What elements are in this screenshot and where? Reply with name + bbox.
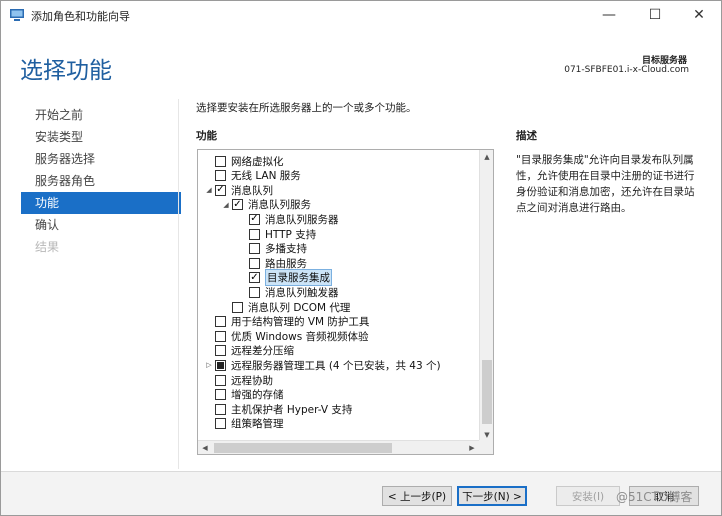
page-title: 选择功能 bbox=[20, 58, 112, 84]
server-manager-icon bbox=[10, 9, 24, 21]
feature-label: 目录服务集成 bbox=[265, 269, 332, 287]
feature-checkbox[interactable]: ✓ bbox=[249, 213, 260, 225]
nav-item[interactable]: 服务器选择 bbox=[21, 148, 181, 170]
minimize-button[interactable]: — bbox=[587, 1, 631, 29]
scroll-up-icon[interactable]: ▲ bbox=[480, 150, 493, 164]
feature-checkbox[interactable] bbox=[215, 403, 226, 415]
expander-icon[interactable]: ▷ bbox=[204, 361, 214, 369]
feature-tree-item[interactable]: 远程差分压缩 bbox=[204, 344, 294, 358]
vertical-scroll-thumb[interactable] bbox=[482, 360, 492, 424]
feature-checkbox[interactable]: ✓ bbox=[232, 199, 243, 211]
feature-tree-item[interactable]: ◢ ✓ 消息队列 bbox=[204, 183, 273, 197]
feature-label: 无线 LAN 服务 bbox=[231, 170, 301, 183]
feature-checkbox[interactable] bbox=[232, 301, 243, 313]
feature-tree-item[interactable]: 优质 Windows 音频视频体验 bbox=[204, 329, 369, 343]
feature-checkbox[interactable] bbox=[215, 389, 226, 401]
feature-checkbox[interactable] bbox=[249, 257, 260, 269]
nav-item[interactable]: 服务器角色 bbox=[21, 170, 181, 192]
feature-tree-item[interactable]: 远程协助 bbox=[204, 373, 273, 387]
feature-tree-item[interactable]: 增强的存储 bbox=[204, 388, 284, 402]
feature-tree-item[interactable]: HTTP 支持 bbox=[238, 227, 316, 241]
feature-label: 主机保护者 Hyper-V 支持 bbox=[231, 403, 353, 416]
feature-label: 远程差分压缩 bbox=[231, 345, 294, 358]
feature-label: 组策略管理 bbox=[231, 418, 284, 431]
feature-label: 消息队列 bbox=[231, 184, 273, 197]
feature-label: 用于结构管理的 VM 防护工具 bbox=[231, 316, 370, 329]
scroll-left-icon[interactable]: ◀ bbox=[198, 441, 212, 454]
feature-tree-item[interactable]: 用于结构管理的 VM 防护工具 bbox=[204, 315, 369, 329]
feature-tree-item[interactable]: ✓ 消息队列服务器 bbox=[238, 212, 339, 226]
feature-tree-item[interactable]: 消息队列 DCOM 代理 bbox=[221, 300, 350, 314]
feature-tree-item[interactable]: ✓ 目录服务集成 bbox=[238, 269, 332, 287]
expander-icon[interactable]: ◢ bbox=[204, 186, 214, 194]
features-header: 功能 bbox=[196, 130, 217, 142]
feature-label: 消息队列服务器 bbox=[265, 213, 339, 226]
feature-label: 网络虚拟化 bbox=[231, 155, 284, 168]
feature-label: 远程服务器管理工具 (4 个已安装，共 43 个) bbox=[231, 359, 441, 372]
watermark: @51CTO博客 bbox=[616, 490, 693, 504]
wizard-window: 添加角色和功能向导 — ☐ ✕ 选择功能 目标服务器 071-SFBFE01.i… bbox=[0, 0, 722, 516]
feature-tree-item[interactable]: ▷ 远程服务器管理工具 (4 个已安装，共 43 个) bbox=[204, 358, 441, 372]
title-bar: 添加角色和功能向导 — ☐ ✕ bbox=[1, 1, 721, 29]
scroll-corner bbox=[479, 440, 493, 454]
feature-checkbox[interactable] bbox=[215, 374, 226, 386]
target-server-name: 071-SFBFE01.i-x-Cloud.com bbox=[564, 65, 689, 75]
vertical-scrollbar[interactable]: ▲ ▼ bbox=[479, 150, 493, 442]
feature-label: 远程协助 bbox=[231, 374, 273, 387]
feature-label: 消息队列服务 bbox=[248, 199, 311, 212]
feature-checkbox[interactable] bbox=[215, 155, 226, 167]
feature-tree-item[interactable]: 主机保护者 Hyper-V 支持 bbox=[204, 402, 352, 416]
close-icon: ✕ bbox=[693, 7, 705, 23]
nav-divider bbox=[178, 99, 179, 469]
previous-button[interactable]: < 上一步(P) bbox=[382, 486, 452, 506]
feature-label: 优质 Windows 音频视频体验 bbox=[231, 330, 369, 343]
feature-tree-item[interactable]: 多播支持 bbox=[238, 242, 307, 256]
feature-description: "目录服务集成"允许向目录发布队列属性，允许使用在目录中注册的证书进行身份验证和… bbox=[516, 154, 695, 214]
feature-checkbox[interactable]: ✓ bbox=[215, 184, 226, 196]
feature-label: HTTP 支持 bbox=[265, 228, 317, 241]
feature-tree-item[interactable]: 无线 LAN 服务 bbox=[204, 169, 301, 183]
close-button[interactable]: ✕ bbox=[677, 1, 721, 29]
horizontal-scrollbar[interactable]: ◀ ▶ bbox=[198, 440, 479, 454]
feature-checkbox[interactable] bbox=[249, 286, 260, 298]
minimize-icon: — bbox=[602, 7, 616, 23]
instruction-text: 选择要安装在所选服务器上的一个或多个功能。 bbox=[196, 102, 417, 114]
description-header: 描述 bbox=[516, 130, 537, 142]
nav-item[interactable]: 功能 bbox=[21, 192, 181, 214]
horizontal-scroll-thumb[interactable] bbox=[214, 443, 392, 453]
feature-label: 多播支持 bbox=[265, 243, 307, 256]
feature-checkbox[interactable] bbox=[215, 170, 226, 182]
maximize-icon: ☐ bbox=[648, 7, 662, 23]
feature-tree-item[interactable]: 组策略管理 bbox=[204, 417, 284, 431]
feature-checkbox[interactable] bbox=[215, 359, 226, 371]
feature-label: 增强的存储 bbox=[231, 389, 284, 402]
install-button[interactable]: 安装(I) bbox=[556, 486, 620, 506]
nav-item[interactable]: 安装类型 bbox=[21, 126, 181, 148]
feature-checkbox[interactable] bbox=[249, 228, 260, 240]
scroll-right-icon[interactable]: ▶ bbox=[465, 441, 479, 454]
feature-label: 消息队列触发器 bbox=[265, 286, 339, 299]
feature-label: 消息队列 DCOM 代理 bbox=[248, 301, 351, 314]
nav-item[interactable]: 确认 bbox=[21, 214, 181, 236]
feature-tree-item[interactable]: ◢ ✓ 消息队列服务 bbox=[221, 198, 311, 212]
expander-icon[interactable]: ◢ bbox=[221, 201, 231, 209]
feature-tree-item[interactable]: 路由服务 bbox=[238, 256, 307, 270]
feature-tree-item[interactable]: 网络虚拟化 bbox=[204, 154, 284, 168]
feature-checkbox[interactable] bbox=[249, 243, 260, 255]
feature-checkbox[interactable] bbox=[215, 330, 226, 342]
feature-checkbox[interactable] bbox=[215, 316, 226, 328]
window-title: 添加角色和功能向导 bbox=[31, 10, 130, 23]
nav-item: 结果 bbox=[35, 240, 60, 254]
wizard-nav: 开始之前 安装类型 服务器选择 服务器角色 功能 确认结果 bbox=[21, 104, 181, 258]
nav-item[interactable]: 开始之前 bbox=[21, 104, 181, 126]
maximize-button[interactable]: ☐ bbox=[633, 1, 677, 29]
next-button[interactable]: 下一步(N) > bbox=[457, 486, 527, 506]
features-tree[interactable]: 网络虚拟化 无线 LAN 服务 ◢ ✓ 消息队列 ◢ ✓ 消息队列服务 ✓ 消息队列服务器 HTTP… bbox=[197, 149, 494, 455]
feature-checkbox[interactable]: ✓ bbox=[249, 272, 260, 284]
feature-checkbox[interactable] bbox=[215, 345, 226, 357]
feature-checkbox[interactable] bbox=[215, 418, 226, 430]
wizard-footer: < 上一步(P) 下一步(N) > 安装(I) 取消 bbox=[1, 471, 721, 515]
feature-tree-item[interactable]: 消息队列触发器 bbox=[238, 285, 339, 299]
